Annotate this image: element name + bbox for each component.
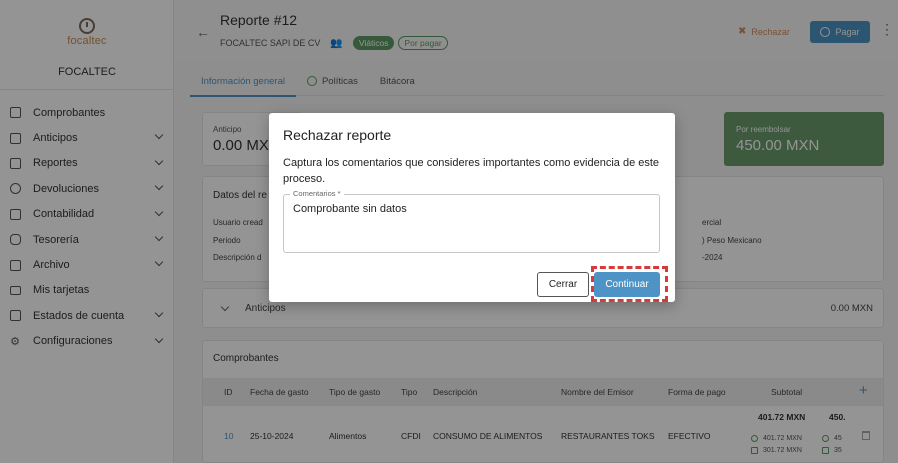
dialog-title: Rechazar reporte	[283, 127, 392, 143]
close-button[interactable]: Cerrar	[537, 272, 589, 297]
reject-report-dialog: Rechazar reporte Captura los comentarios…	[269, 113, 675, 302]
comments-field[interactable]: Comentarios * Comprobante sin datos	[283, 189, 660, 253]
continue-button[interactable]: Continuar	[594, 272, 660, 297]
dialog-description: Captura los comentarios que consideres i…	[283, 157, 660, 185]
comments-field-label: Comentarios *	[290, 189, 344, 198]
comments-field-value[interactable]: Comprobante sin datos	[293, 203, 407, 215]
